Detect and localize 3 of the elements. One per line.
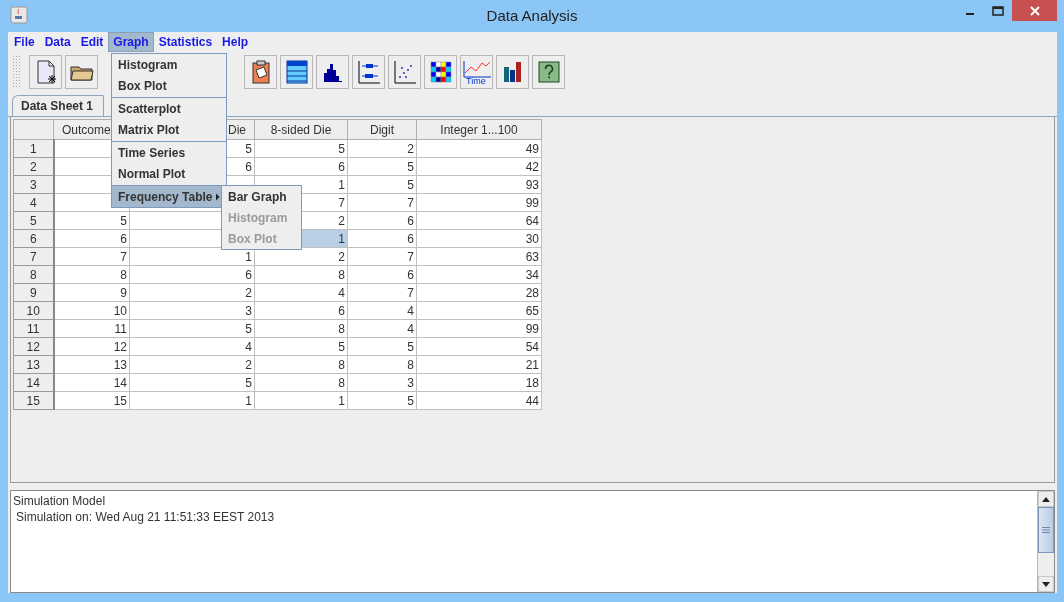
- log-title: Simulation Model: [13, 494, 106, 508]
- log-line: Simulation on: Wed Aug 21 11:51:33 EEST 2013: [15, 510, 275, 524]
- window-title: Data Analysis: [485, 7, 579, 24]
